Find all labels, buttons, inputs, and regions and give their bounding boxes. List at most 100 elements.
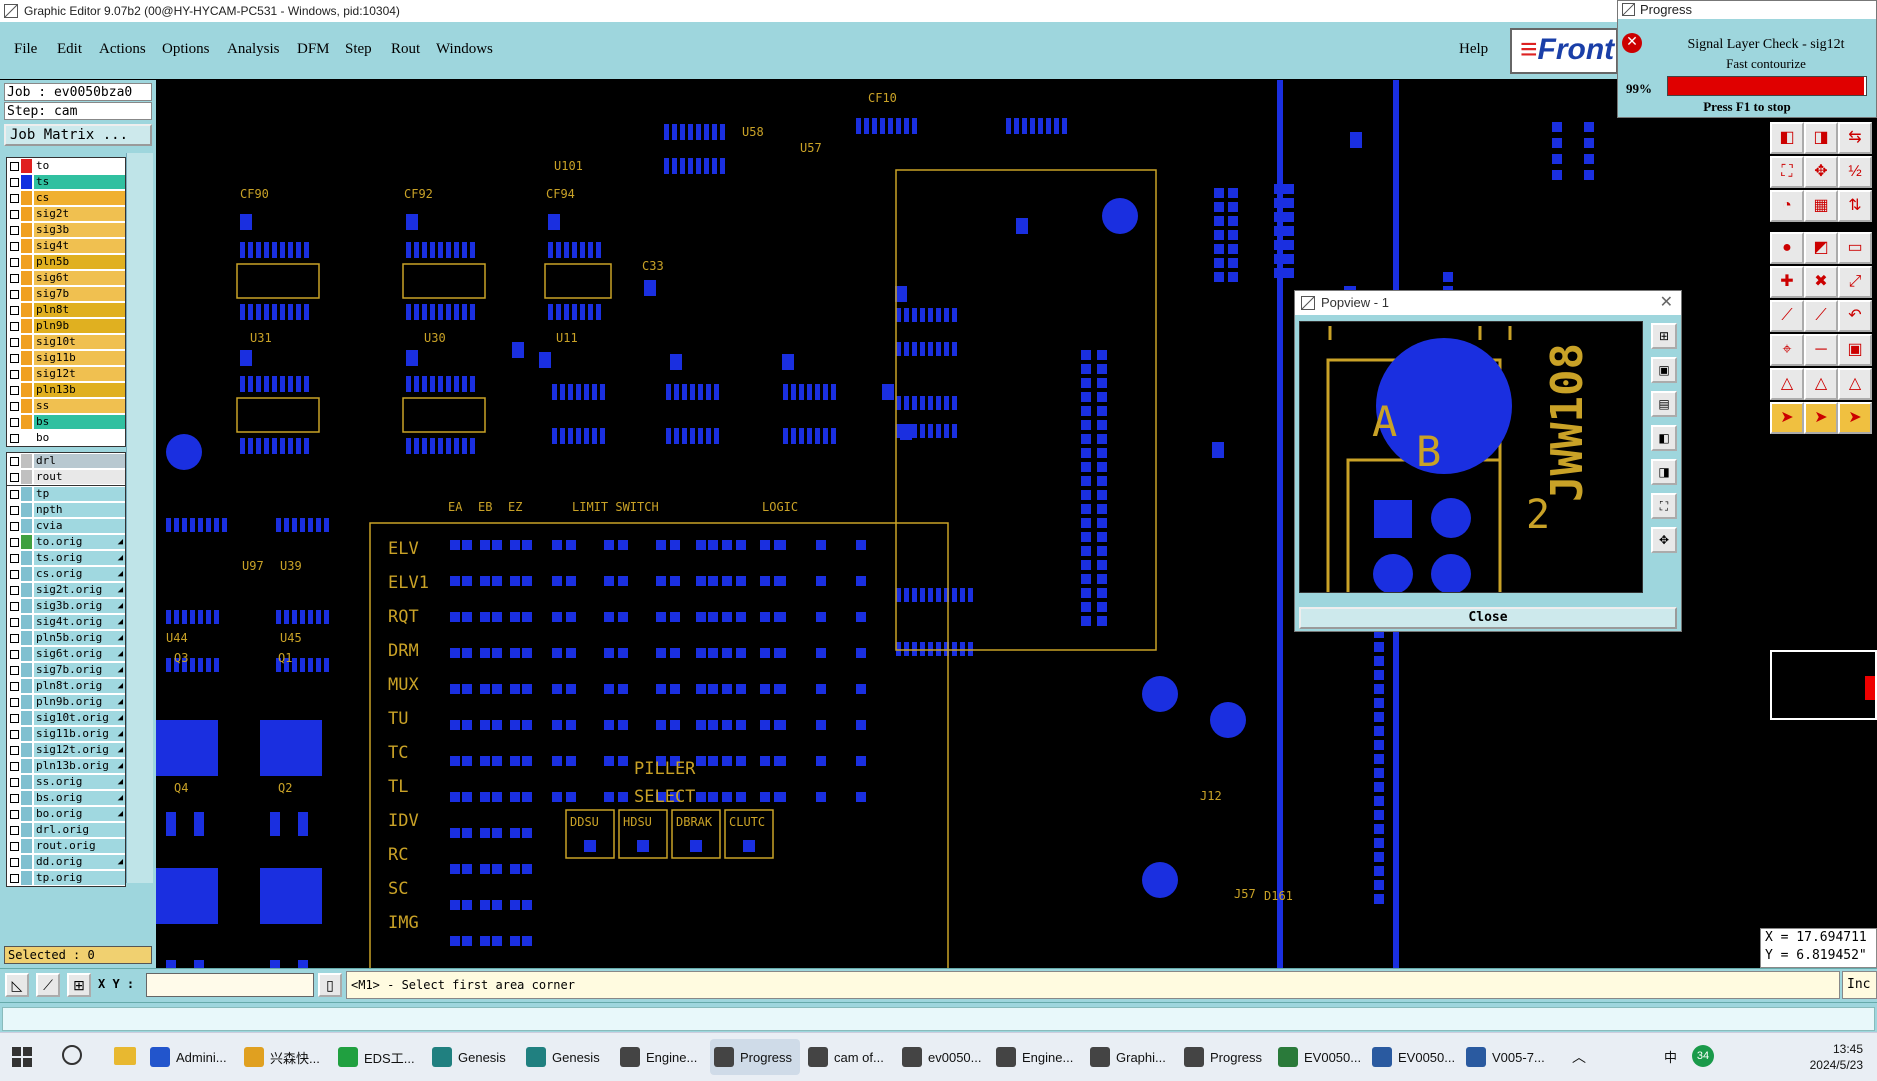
layer-color-swatch[interactable] xyxy=(21,399,32,413)
search-icon[interactable] xyxy=(62,1045,82,1065)
layer-row-bs-orig[interactable]: bs.orig ◢ xyxy=(7,790,125,806)
layer-color-swatch[interactable] xyxy=(21,487,32,501)
popview-zoom-icon[interactable]: ⊞ xyxy=(1651,323,1677,349)
layer-color-swatch[interactable] xyxy=(21,470,32,484)
layer-row-ss[interactable]: ss xyxy=(7,398,125,414)
zoom-all-icon[interactable]: ✥ xyxy=(1804,156,1838,188)
layer-row-bs[interactable]: bs xyxy=(7,414,125,430)
layer-checkbox[interactable] xyxy=(10,353,19,363)
layer-checkbox[interactable] xyxy=(10,489,19,499)
start-icon[interactable] xyxy=(12,1047,32,1067)
toggle-input-icon[interactable]: ▯ xyxy=(318,973,342,997)
layer-checkbox[interactable] xyxy=(10,505,19,515)
layer-checkbox[interactable] xyxy=(10,681,19,691)
layer-checkbox[interactable] xyxy=(10,761,19,771)
layer-color-swatch[interactable] xyxy=(21,791,32,805)
layer-row-drl[interactable]: drl xyxy=(7,453,125,469)
layer-checkbox[interactable] xyxy=(10,472,19,482)
layer-color-swatch[interactable] xyxy=(21,839,32,853)
task-genesis-1[interactable]: Genesis xyxy=(428,1039,518,1075)
popview-grid-icon[interactable]: ✥ xyxy=(1651,527,1677,553)
layer-color-swatch[interactable] xyxy=(21,223,32,237)
tri-c-icon[interactable]: △ xyxy=(1838,368,1872,400)
layer-checkbox[interactable] xyxy=(10,337,19,347)
layer-checkbox[interactable] xyxy=(10,841,19,851)
layer-checkbox[interactable] xyxy=(10,521,19,531)
layer-row-dd-orig[interactable]: dd.orig ◢ xyxy=(7,854,125,870)
layer-checkbox[interactable] xyxy=(10,777,19,787)
tray-language[interactable]: 中 xyxy=(1664,1047,1677,1066)
menu-file[interactable]: File xyxy=(14,41,37,58)
task-v005[interactable]: V005-7... xyxy=(1462,1039,1552,1075)
layer-row-sig11b[interactable]: sig11b xyxy=(7,350,125,366)
arc-line-icon[interactable]: ⟋ xyxy=(1804,300,1838,332)
layer-checkbox[interactable] xyxy=(10,553,19,563)
layer-color-swatch[interactable] xyxy=(21,454,32,468)
layer-row-pln5b-orig[interactable]: pln5b.orig ◢ xyxy=(7,630,125,646)
popview-close-button[interactable]: Close xyxy=(1299,607,1677,629)
undo-icon[interactable]: ↶ xyxy=(1838,300,1872,332)
layer-row-sig3b[interactable]: sig3b xyxy=(7,222,125,238)
stretch-icon[interactable]: ⤢ xyxy=(1838,266,1872,298)
layer-color-swatch[interactable] xyxy=(21,727,32,741)
tray-chevron-icon[interactable]: ︿ xyxy=(1572,1047,1586,1067)
layer-row-pln8t-orig[interactable]: pln8t.orig ◢ xyxy=(7,678,125,694)
fit-icon[interactable]: ⛶ xyxy=(1770,156,1804,188)
layer-color-swatch[interactable] xyxy=(21,207,32,221)
layer-row-pln9b-orig[interactable]: pln9b.orig ◢ xyxy=(7,694,125,710)
tray-badge[interactable]: 34 xyxy=(1692,1045,1714,1067)
task-graphic[interactable]: Graphi... xyxy=(1086,1039,1176,1075)
layer-checkbox[interactable] xyxy=(10,433,19,443)
layer-checkbox[interactable] xyxy=(10,569,19,579)
layer-checkbox[interactable] xyxy=(10,665,19,675)
layer-color-swatch[interactable] xyxy=(21,319,32,333)
job-matrix-button[interactable]: Job Matrix ... xyxy=(4,124,152,146)
layer-row-tp[interactable]: tp xyxy=(7,486,125,502)
layer-color-swatch[interactable] xyxy=(21,239,32,253)
layer-checkbox[interactable] xyxy=(10,617,19,627)
layer-icon[interactable]: ◩ xyxy=(1804,232,1838,264)
layer-row-sig7b[interactable]: sig7b xyxy=(7,286,125,302)
layer-color-swatch[interactable] xyxy=(21,503,32,517)
layer-row-cs[interactable]: cs xyxy=(7,190,125,206)
layer-checkbox[interactable] xyxy=(10,305,19,315)
layer-color-swatch[interactable] xyxy=(21,175,32,189)
layer-row-bo-orig[interactable]: bo.orig ◢ xyxy=(7,806,125,822)
task-engine-1[interactable]: Engine... xyxy=(616,1039,706,1075)
layer-checkbox[interactable] xyxy=(10,793,19,803)
mini-map[interactable] xyxy=(1770,650,1877,720)
grid-snap-icon[interactable]: ⊞ xyxy=(67,973,91,997)
layer-color-swatch[interactable] xyxy=(21,567,32,581)
layer-color-swatch[interactable] xyxy=(21,535,32,549)
layer-checkbox[interactable] xyxy=(10,177,19,187)
menu-step[interactable]: Step xyxy=(345,41,372,58)
xy-input[interactable] xyxy=(146,973,314,997)
layer-row-bo[interactable]: bo xyxy=(7,430,125,446)
layer-color-swatch[interactable] xyxy=(21,775,32,789)
menu-help[interactable]: Help xyxy=(1459,41,1488,58)
layer-checkbox[interactable] xyxy=(10,321,19,331)
layer-color-swatch[interactable] xyxy=(21,335,32,349)
stop-icon[interactable]: ✕ xyxy=(1622,33,1642,53)
inc-button[interactable]: Inc xyxy=(1842,971,1877,999)
menu-edit[interactable]: Edit xyxy=(57,41,82,58)
task-admin[interactable]: Admini... xyxy=(146,1039,236,1075)
layer-color-swatch[interactable] xyxy=(21,663,32,677)
layer-row-tp-orig[interactable]: tp.orig xyxy=(7,870,125,886)
task-ev0050-xls[interactable]: EV0050... xyxy=(1274,1039,1364,1075)
layer-row-ts-orig[interactable]: ts.orig ◢ xyxy=(7,550,125,566)
task-eds[interactable]: EDS工... xyxy=(334,1039,424,1075)
file-explorer-icon[interactable] xyxy=(114,1047,136,1065)
layer-color-swatch[interactable] xyxy=(21,303,32,317)
delete-icon[interactable]: ✖ xyxy=(1804,266,1838,298)
layer-color-swatch[interactable] xyxy=(21,599,32,613)
layer-color-swatch[interactable] xyxy=(21,159,32,173)
layer-row-to-orig[interactable]: to.orig ◢ xyxy=(7,534,125,550)
pan-right-icon[interactable]: ◨ xyxy=(1804,122,1838,154)
layer-row-pln13b-orig[interactable]: pln13b.orig ◢ xyxy=(7,758,125,774)
measure-tool-icon[interactable]: ⟋ xyxy=(36,973,60,997)
layer-color-swatch[interactable] xyxy=(21,871,32,885)
cursor-b-icon[interactable]: ➤ xyxy=(1804,402,1838,434)
layer-checkbox[interactable] xyxy=(10,257,19,267)
layer-color-swatch[interactable] xyxy=(21,679,32,693)
